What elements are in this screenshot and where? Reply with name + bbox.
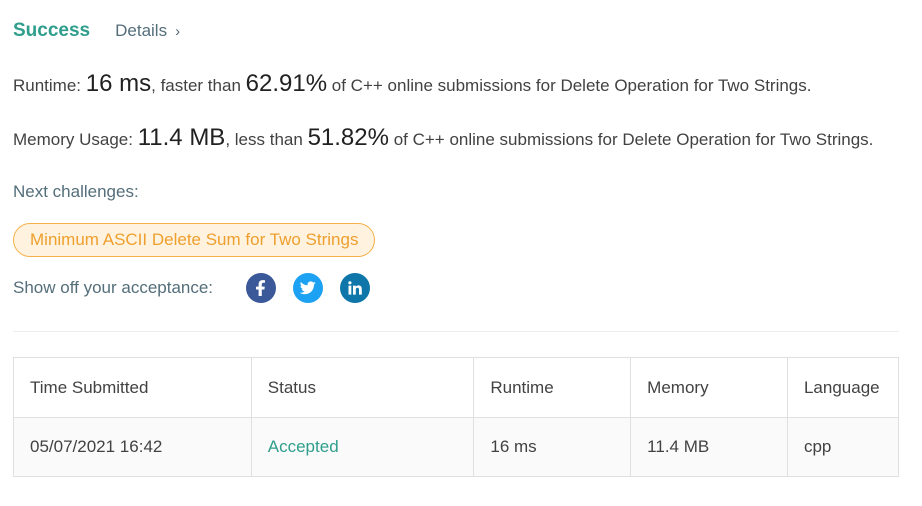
- twitter-icon[interactable]: [293, 273, 324, 303]
- cell-language: cpp: [786, 417, 900, 477]
- runtime-value: 16 ms: [85, 70, 152, 97]
- divider: [13, 331, 899, 332]
- table-row: 05/07/2021 16:42 Accepted 16 ms 11.4 MB …: [13, 417, 900, 477]
- cell-runtime: 16 ms: [473, 417, 632, 477]
- table-header-row: Time Submitted Status Runtime Memory Lan…: [13, 357, 900, 418]
- status-title: Success: [13, 20, 91, 41]
- column-header-time[interactable]: Time Submitted: [13, 357, 252, 418]
- runtime-suffix: of C++ online submissions for Delete Ope…: [331, 76, 812, 95]
- result-header: Success Details ›: [13, 20, 180, 42]
- cell-time-submitted: 05/07/2021 16:42: [13, 417, 252, 477]
- memory-summary: Memory Usage: 11.4 MB, less than 51.82% …: [13, 124, 873, 152]
- details-link[interactable]: Details ›: [115, 21, 180, 41]
- memory-value: 11.4 MB: [137, 124, 226, 151]
- memory-comparison: , less than: [225, 130, 303, 149]
- runtime-summary: Runtime: 16 ms, faster than 62.91% of C+…: [13, 70, 811, 98]
- facebook-icon[interactable]: [246, 273, 277, 303]
- cell-memory: 11.4 MB: [630, 417, 788, 477]
- memory-suffix: of C++ online submissions for Delete Ope…: [393, 130, 874, 149]
- runtime-percent: 62.91%: [245, 70, 328, 97]
- column-header-status[interactable]: Status: [250, 357, 475, 418]
- memory-percent: 51.82%: [307, 124, 389, 151]
- linkedin-icon[interactable]: [340, 273, 371, 303]
- submissions-table: Time Submitted Status Runtime Memory Lan…: [13, 357, 900, 477]
- column-header-language[interactable]: Language: [786, 357, 900, 418]
- chevron-right-icon: ›: [175, 22, 181, 40]
- share-label: Show off your acceptance:: [13, 278, 214, 297]
- column-header-runtime[interactable]: Runtime: [473, 357, 632, 418]
- memory-label: Memory Usage:: [13, 130, 133, 149]
- share-row: Show off your acceptance:: [13, 273, 387, 303]
- details-label: Details: [115, 21, 168, 40]
- runtime-label: Runtime:: [13, 76, 82, 95]
- next-challenges-label: Next challenges:: [13, 182, 139, 201]
- cell-status-link[interactable]: Accepted: [250, 417, 475, 477]
- column-header-memory[interactable]: Memory: [630, 357, 788, 418]
- challenge-link[interactable]: Minimum ASCII Delete Sum for Two Strings: [13, 223, 376, 257]
- runtime-comparison: , faster than: [151, 76, 241, 95]
